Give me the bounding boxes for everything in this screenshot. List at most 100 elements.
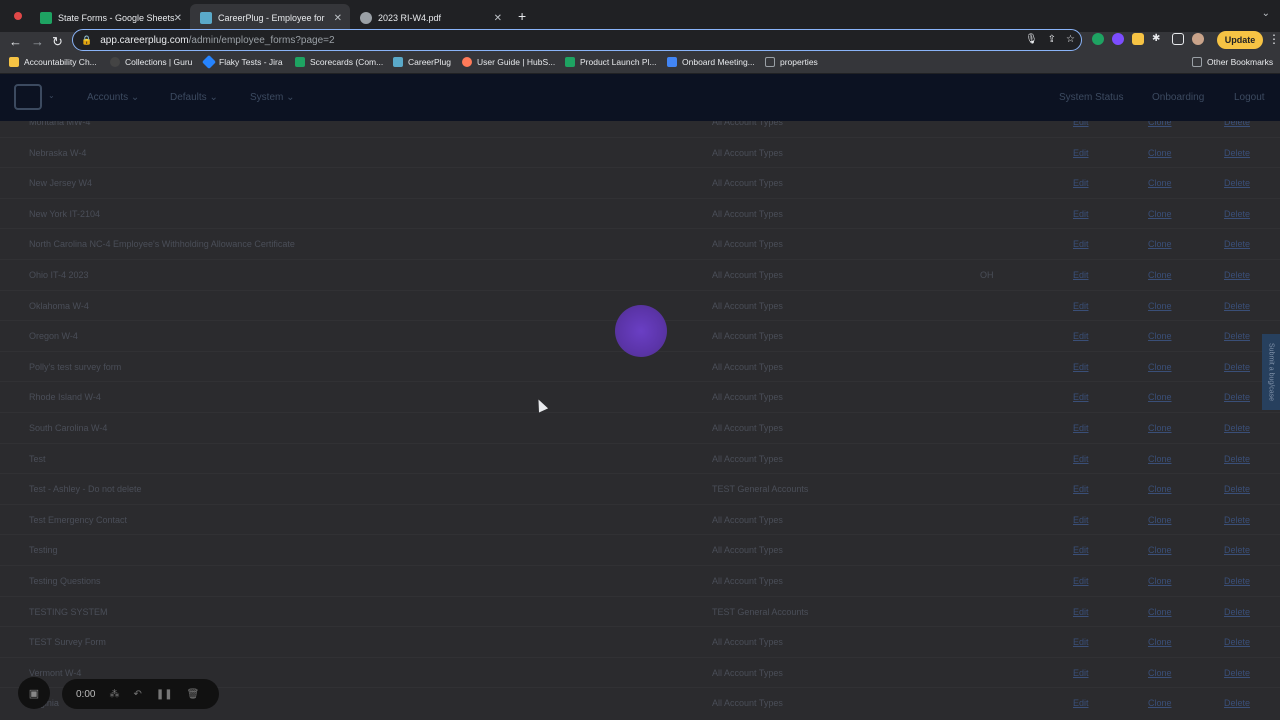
submit-bug-tab[interactable]: Submit a bug/case: [1262, 334, 1280, 410]
reload-icon[interactable]: ↻: [52, 34, 63, 50]
clone-link[interactable]: Clone: [1148, 121, 1172, 127]
update-button[interactable]: Update: [1217, 31, 1263, 49]
delete-link[interactable]: Delete: [1224, 301, 1250, 311]
trash-icon[interactable]: 🗑: [187, 689, 200, 700]
close-icon[interactable]: ✕: [334, 13, 342, 24]
delete-link[interactable]: Delete: [1224, 484, 1250, 494]
tab-state-forms[interactable]: State Forms - Google Sheets ✕: [30, 4, 190, 32]
edit-link[interactable]: Edit: [1073, 209, 1089, 219]
nav-system-status[interactable]: System Status: [1059, 92, 1123, 103]
bookmark-item[interactable]: Scorecards (Com...: [295, 57, 383, 67]
bookmark-item[interactable]: Collections | Guru: [110, 57, 192, 67]
edit-link[interactable]: Edit: [1073, 515, 1089, 525]
address-bar[interactable]: 🔒 app.careerplug.com/admin/employee_form…: [72, 29, 1082, 51]
close-icon[interactable]: ✕: [494, 13, 502, 24]
puzzle-icon[interactable]: ✱: [1152, 33, 1164, 45]
delete-link[interactable]: Delete: [1224, 576, 1250, 586]
forward-icon[interactable]: →: [31, 34, 44, 49]
edit-link[interactable]: Edit: [1073, 392, 1089, 402]
more-options-icon[interactable]: ⋮: [1268, 32, 1280, 46]
clone-link[interactable]: Clone: [1148, 454, 1172, 464]
delete-link[interactable]: Delete: [1224, 607, 1250, 617]
clone-link[interactable]: Clone: [1148, 362, 1172, 372]
edit-link[interactable]: Edit: [1073, 454, 1089, 464]
bookmark-item[interactable]: properties: [765, 57, 818, 67]
delete-link[interactable]: Delete: [1224, 545, 1250, 555]
nav-defaults[interactable]: Defaults ⌄: [170, 92, 218, 103]
new-tab-icon[interactable]: +: [518, 8, 526, 24]
close-icon[interactable]: ✕: [174, 13, 182, 24]
clone-link[interactable]: Clone: [1148, 668, 1172, 678]
clone-link[interactable]: Clone: [1148, 148, 1172, 158]
clone-link[interactable]: Clone: [1148, 301, 1172, 311]
microphone-icon[interactable]: 🎙: [1025, 34, 1038, 45]
extension-icon[interactable]: [1112, 33, 1124, 45]
bookmark-item[interactable]: Accountability Ch...: [9, 57, 97, 67]
tab-pdf[interactable]: 2023 RI-W4.pdf ✕: [350, 4, 510, 32]
edit-link[interactable]: Edit: [1073, 178, 1089, 188]
careerplug-logo-icon[interactable]: [14, 84, 42, 110]
delete-link[interactable]: Delete: [1224, 331, 1250, 341]
delete-link[interactable]: Delete: [1224, 668, 1250, 678]
grid-icon[interactable]: ⁂: [109, 689, 119, 700]
nav-onboarding[interactable]: Onboarding: [1152, 92, 1204, 103]
clone-link[interactable]: Clone: [1148, 515, 1172, 525]
clone-link[interactable]: Clone: [1148, 423, 1172, 433]
chevron-down-icon[interactable]: ⌄: [1262, 8, 1270, 19]
delete-link[interactable]: Delete: [1224, 270, 1250, 280]
avatar[interactable]: [1192, 33, 1204, 45]
clone-link[interactable]: Clone: [1148, 270, 1172, 280]
edit-link[interactable]: Edit: [1073, 301, 1089, 311]
edit-link[interactable]: Edit: [1073, 576, 1089, 586]
bookmark-item[interactable]: CareerPlug: [393, 57, 451, 67]
clone-link[interactable]: Clone: [1148, 607, 1172, 617]
delete-link[interactable]: Delete: [1224, 454, 1250, 464]
notes-extension-icon[interactable]: [1132, 33, 1144, 45]
undo-icon[interactable]: ↶: [133, 689, 141, 700]
delete-link[interactable]: Delete: [1224, 178, 1250, 188]
edit-link[interactable]: Edit: [1073, 270, 1089, 280]
sidebar-icon[interactable]: [1172, 33, 1184, 45]
edit-link[interactable]: Edit: [1073, 148, 1089, 158]
edit-link[interactable]: Edit: [1073, 484, 1089, 494]
delete-link[interactable]: Delete: [1224, 121, 1250, 127]
delete-link[interactable]: Delete: [1224, 148, 1250, 158]
clone-link[interactable]: Clone: [1148, 178, 1172, 188]
edit-link[interactable]: Edit: [1073, 668, 1089, 678]
grammarly-icon[interactable]: [1092, 33, 1104, 45]
pause-icon[interactable]: ❚❚: [156, 689, 173, 700]
nav-system[interactable]: System ⌄: [250, 92, 295, 103]
delete-link[interactable]: Delete: [1224, 637, 1250, 647]
clone-link[interactable]: Clone: [1148, 331, 1172, 341]
edit-link[interactable]: Edit: [1073, 607, 1089, 617]
delete-link[interactable]: Delete: [1224, 392, 1250, 402]
bookmark-item[interactable]: Flaky Tests - Jira: [201, 54, 283, 70]
edit-link[interactable]: Edit: [1073, 331, 1089, 341]
nav-logout[interactable]: Logout: [1234, 92, 1265, 103]
delete-link[interactable]: Delete: [1224, 515, 1250, 525]
edit-link[interactable]: Edit: [1073, 121, 1089, 127]
clone-link[interactable]: Clone: [1148, 545, 1172, 555]
nav-accounts[interactable]: Accounts ⌄: [87, 92, 139, 103]
clone-link[interactable]: Clone: [1148, 484, 1172, 494]
bookmark-item[interactable]: Product Launch Pl...: [565, 57, 657, 67]
chevron-down-icon[interactable]: ⌄: [48, 91, 55, 100]
edit-link[interactable]: Edit: [1073, 545, 1089, 555]
bookmark-item[interactable]: User Guide | HubS...: [462, 57, 555, 67]
delete-link[interactable]: Delete: [1224, 423, 1250, 433]
clone-link[interactable]: Clone: [1148, 239, 1172, 249]
delete-link[interactable]: Delete: [1224, 209, 1250, 219]
edit-link[interactable]: Edit: [1073, 637, 1089, 647]
delete-link[interactable]: Delete: [1224, 698, 1250, 708]
tab-careerplug[interactable]: CareerPlug - Employee for ✕: [190, 4, 350, 32]
back-icon[interactable]: ←: [9, 34, 22, 49]
clone-link[interactable]: Clone: [1148, 209, 1172, 219]
clone-link[interactable]: Clone: [1148, 576, 1172, 586]
clone-link[interactable]: Clone: [1148, 392, 1172, 402]
delete-link[interactable]: Delete: [1224, 362, 1250, 372]
share-icon[interactable]: ⇪: [1048, 34, 1056, 45]
clone-link[interactable]: Clone: [1148, 637, 1172, 647]
camera-icon[interactable]: ▣: [18, 677, 50, 709]
bookmark-item[interactable]: Onboard Meeting...: [667, 57, 755, 67]
clone-link[interactable]: Clone: [1148, 698, 1172, 708]
